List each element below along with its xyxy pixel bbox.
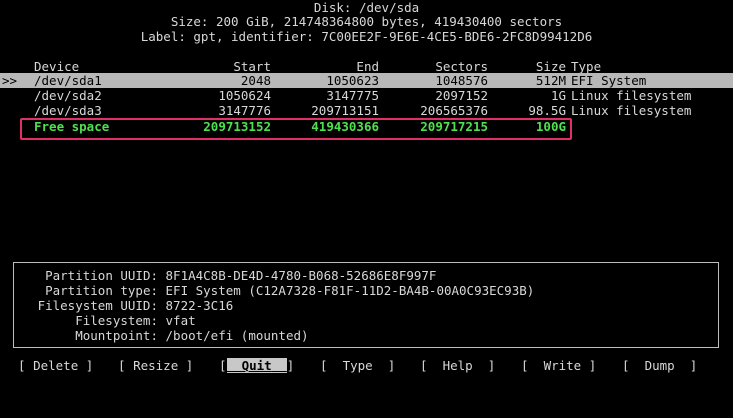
- row-end: 3147775: [326, 88, 379, 103]
- table-header: Device Start End Sectors Size Type: [0, 59, 733, 74]
- type-label: Type: [342, 358, 373, 373]
- disk-size-line: Size: 200 GiB, 214748364800 bytes, 41943…: [170, 14, 563, 29]
- row-type: Linux filesystem: [571, 103, 692, 118]
- row-start: 3147776: [218, 103, 271, 118]
- partition-type-label: Partition type:: [45, 283, 158, 298]
- mountpoint-value: /boot/efi (mounted): [165, 328, 309, 343]
- header-device: Device: [34, 59, 80, 74]
- selection-marker: >>: [2, 73, 18, 88]
- partition-uuid-line: Partition UUID: 8F1A4C8B-DE4D-4780-B068-…: [18, 268, 436, 283]
- filesystem-label: Filesystem:: [75, 313, 158, 328]
- row-size: 1G: [550, 88, 566, 103]
- mountpoint-label: Mountpoint:: [75, 328, 158, 343]
- write-label: Write: [543, 358, 582, 373]
- delete-button[interactable]: [ Delete ]: [18, 357, 93, 374]
- partition-row-sda3[interactable]: /dev/sda3 3147776 209713151 206565376 98…: [0, 103, 733, 118]
- row-sectors: 2097152: [435, 88, 488, 103]
- partition-row-sda2[interactable]: /dev/sda2 1050624 3147775 2097152 1G Lin…: [0, 88, 733, 103]
- help-label: Help: [442, 358, 473, 373]
- filesystem-uuid-line: Filesystem UUID: 8722-3C16: [18, 298, 234, 313]
- quit-button[interactable]: [ Quit ]: [219, 357, 294, 374]
- partition-uuid-value: 8F1A4C8B-DE4D-4780-B068-52686E8F997F: [165, 268, 437, 283]
- filesystem-uuid-label: Filesystem UUID:: [37, 298, 158, 313]
- help-button[interactable]: [ Help ]: [420, 357, 495, 374]
- row-end: 1050623: [326, 73, 379, 88]
- partition-info-panel: Partition UUID: 8F1A4C8B-DE4D-4780-B068-…: [13, 262, 719, 348]
- disk-label-line: Label: gpt, identifier: 7C00EE2F-9E6E-4C…: [140, 29, 593, 44]
- write-button[interactable]: [ Write ]: [521, 357, 596, 374]
- disk-title: Disk: /dev/sda: [313, 0, 420, 15]
- header-start: Start: [233, 59, 271, 74]
- header-end: End: [356, 59, 379, 74]
- partition-type-value: EFI System (C12A7328-F81F-11D2-BA4B-00A0…: [165, 283, 535, 298]
- row-end: 209713151: [311, 103, 379, 118]
- partition-type-line: Partition type: EFI System (C12A7328-F81…: [18, 283, 534, 298]
- resize-button[interactable]: [ Resize ]: [118, 357, 193, 374]
- row-start: 1050624: [218, 88, 271, 103]
- delete-label: Delete: [33, 358, 79, 373]
- row-device: /dev/sda3: [34, 103, 102, 118]
- resize-label: Resize: [133, 358, 179, 373]
- row-sectors: 1048576: [435, 73, 488, 88]
- row-size: 512M: [535, 73, 566, 88]
- header-type: Type: [571, 59, 602, 74]
- row-type: EFI System: [571, 73, 647, 88]
- row-start: 2048: [240, 73, 271, 88]
- partition-row-sda1[interactable]: >> /dev/sda1 2048 1050623 1048576 512M E…: [0, 73, 733, 88]
- dump-button[interactable]: [ Dump ]: [622, 357, 697, 374]
- free-space-highlight: [20, 118, 572, 140]
- dump-label: Dump: [644, 358, 675, 373]
- row-size: 98.5G: [528, 103, 566, 118]
- header-size: Size: [535, 59, 566, 74]
- row-type: Linux filesystem: [571, 88, 692, 103]
- filesystem-uuid-value: 8722-3C16: [165, 298, 234, 313]
- row-device: /dev/sda1: [34, 73, 102, 88]
- header-sectors: Sectors: [435, 59, 488, 74]
- filesystem-value: vfat: [165, 313, 196, 328]
- filesystem-line: Filesystem: vfat: [18, 313, 196, 328]
- row-device: /dev/sda2: [34, 88, 102, 103]
- type-button[interactable]: [ Type ]: [320, 357, 395, 374]
- partition-uuid-label: Partition UUID:: [45, 268, 158, 283]
- row-sectors: 206565376: [420, 103, 488, 118]
- mountpoint-line: Mountpoint: /boot/efi (mounted): [18, 328, 309, 343]
- quit-label: Quit: [226, 358, 287, 373]
